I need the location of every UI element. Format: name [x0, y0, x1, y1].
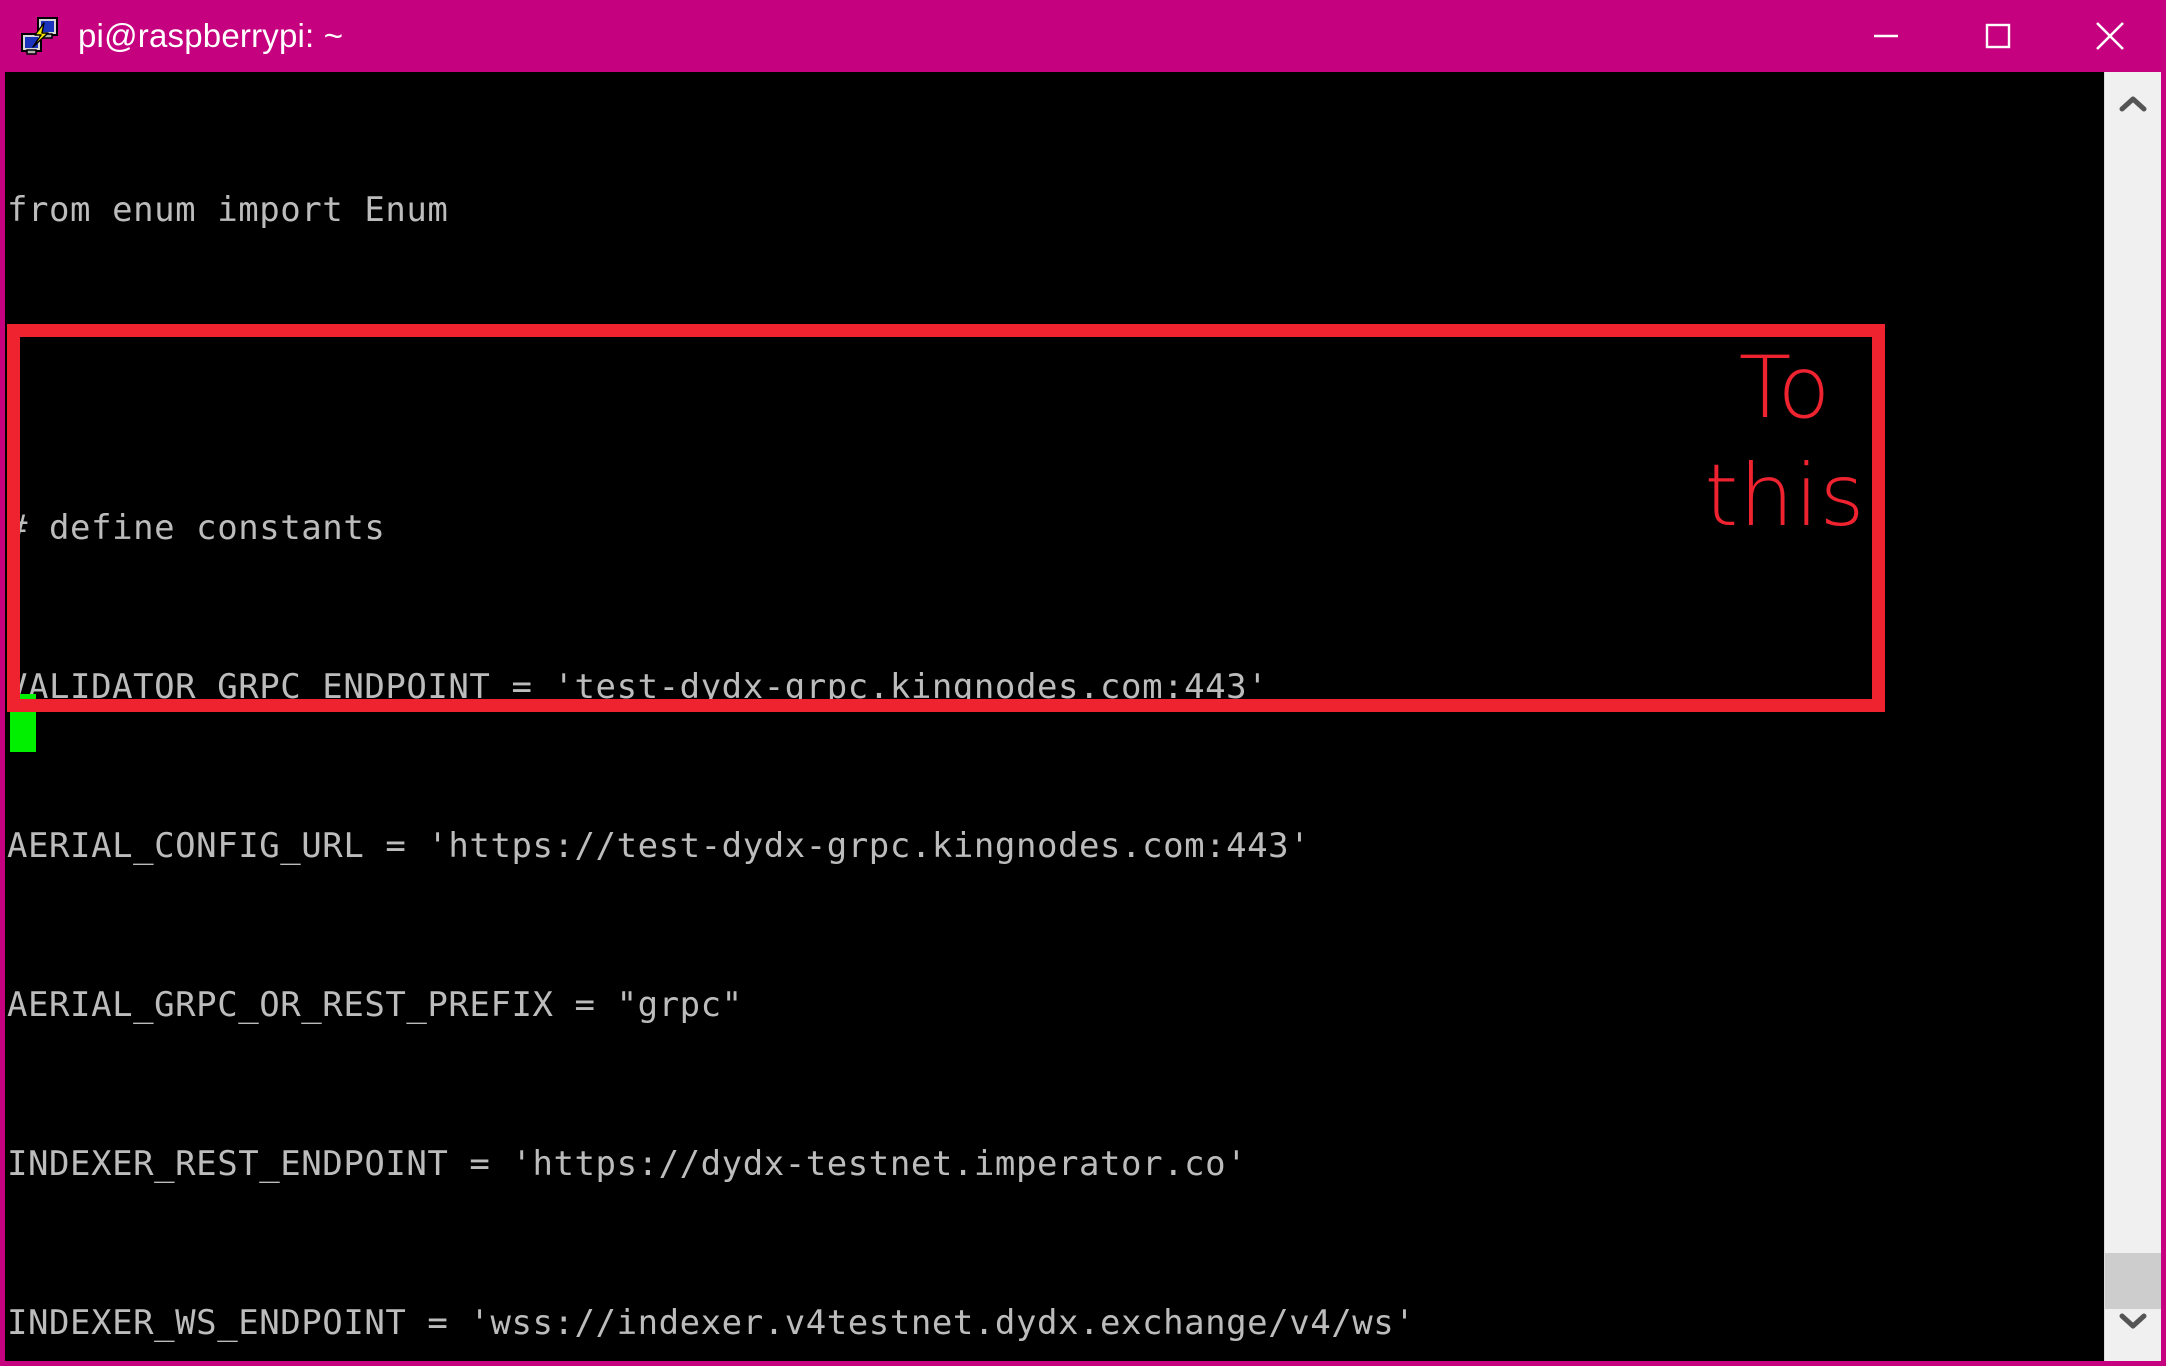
- terminal-line: AERIAL_GRPC_OR_REST_PREFIX = "grpc": [7, 985, 743, 1025]
- terminal-line: INDEXER_WS_ENDPOINT = 'wss://indexer.v4t…: [7, 1303, 1416, 1343]
- minimize-button[interactable]: [1830, 0, 1942, 72]
- terminal-line: INDEXER_REST_ENDPOINT = 'https://dydx-te…: [7, 1144, 1248, 1184]
- window-titlebar[interactable]: pi@raspberrypi: ~: [0, 0, 2166, 72]
- scroll-up-button[interactable]: [2105, 78, 2161, 134]
- window-title: pi@raspberrypi: ~: [78, 17, 344, 54]
- terminal-screen[interactable]: from enum import Enum # define constants…: [5, 72, 2161, 1361]
- terminal-window: pi@raspberrypi: ~ from enum import Enum …: [0, 0, 2166, 1366]
- maximize-icon: [1981, 19, 2015, 53]
- vertical-scrollbar[interactable]: [2104, 72, 2161, 1361]
- scrollbar-track[interactable]: [2105, 128, 2161, 1253]
- annotation-label-line-1: To: [1738, 338, 1832, 438]
- titlebar-left-group: pi@raspberrypi: ~: [0, 14, 1830, 58]
- scroll-down-button[interactable]: [2105, 1295, 2161, 1351]
- chevron-up-icon: [2118, 94, 2148, 118]
- minimize-icon: [1869, 19, 1903, 53]
- chevron-down-icon: [2118, 1311, 2148, 1335]
- annotation-label-line-2: this: [1704, 446, 1866, 546]
- terminal-text: from enum import Enum # define constants…: [5, 72, 2075, 1361]
- close-button[interactable]: [2054, 0, 2166, 72]
- putty-icon: [18, 14, 62, 58]
- terminal-line: VALIDATOR_GRPC_ENDPOINT = 'test-dydx-grp…: [7, 667, 1269, 707]
- terminal-line: from enum import Enum: [7, 190, 449, 230]
- terminal-cursor: [10, 694, 36, 752]
- maximize-button[interactable]: [1942, 0, 2054, 72]
- annotation-label: To this: [1695, 334, 1875, 550]
- terminal-line: AERIAL_CONFIG_URL = 'https://test-dydx-g…: [7, 826, 1311, 866]
- close-icon: [2090, 16, 2130, 56]
